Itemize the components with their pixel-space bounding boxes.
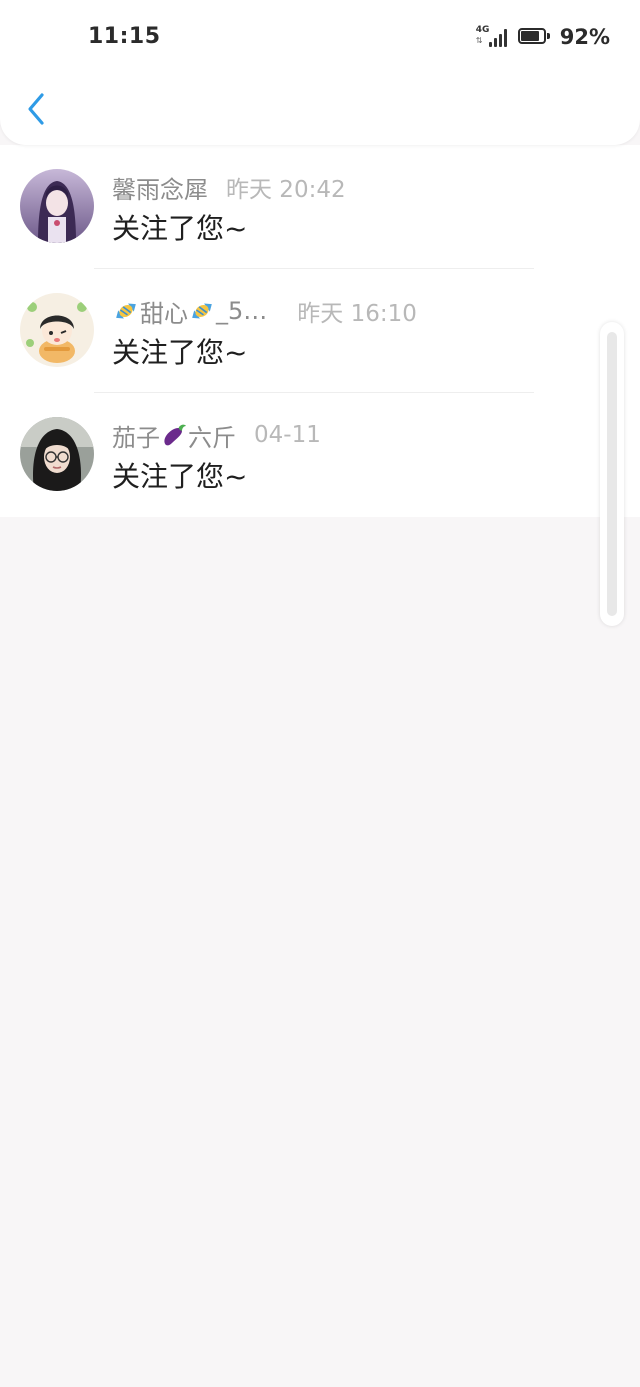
candy-emoji-icon — [192, 303, 212, 319]
avatar[interactable] — [20, 293, 94, 367]
username-suffix: 六斤 — [188, 423, 236, 452]
message-text: 关注了您~ — [112, 336, 248, 369]
list-item[interactable]: 茄子 六斤 04-11 关注了您~ — [0, 393, 640, 517]
timestamp: 04-11 — [254, 422, 321, 448]
meta-line: 馨雨念犀 昨天 20:42 — [112, 170, 346, 205]
username[interactable]: 茄子 六斤 — [112, 418, 236, 453]
scrollbar-thumb[interactable] — [607, 332, 617, 616]
username-text: 甜心 — [140, 299, 188, 328]
username-prefix: 茄子 — [112, 423, 160, 452]
scrollbar[interactable] — [600, 322, 624, 626]
candy-emoji-icon — [116, 303, 136, 319]
message-text: 关注了您~ — [112, 212, 248, 245]
avatar[interactable] — [20, 417, 94, 491]
timestamp: 昨天 16:10 — [297, 301, 417, 327]
chevron-left-icon — [28, 93, 44, 125]
eggplant-emoji-icon — [164, 424, 186, 446]
meta-line: 茄子 六斤 04-11 — [112, 418, 321, 453]
list-item[interactable]: 甜心 _5… 昨天 16:10 关注了您~ — [0, 269, 640, 393]
timestamp: 昨天 20:42 — [226, 177, 346, 203]
network-type: 4G — [475, 25, 490, 35]
back-button[interactable] — [18, 88, 54, 130]
message-text: 关注了您~ — [112, 460, 248, 493]
meta-line: 甜心 _5… 昨天 16:10 — [112, 294, 417, 329]
data-arrows-icon: ⇅ — [475, 36, 483, 45]
username[interactable]: 馨雨念犀 — [112, 170, 208, 205]
username[interactable]: 甜心 _5… — [112, 294, 267, 329]
battery-icon — [517, 28, 552, 46]
status-time: 11:15 — [88, 24, 161, 49]
signal-icon: 4G ⇅ — [476, 26, 510, 48]
battery-percent: 92% — [559, 25, 610, 49]
top-bar: 11:15 4G ⇅ 92% — [0, 0, 640, 145]
notification-list: 馨雨念犀 昨天 20:42 关注了您~ 甜心 _5… 昨天 16:10 关注了您… — [0, 145, 640, 517]
status-icons: 4G ⇅ 92% — [476, 25, 610, 49]
username-suffix: _5… — [216, 297, 268, 325]
avatar[interactable] — [20, 169, 94, 243]
list-item[interactable]: 馨雨念犀 昨天 20:42 关注了您~ — [0, 145, 640, 269]
